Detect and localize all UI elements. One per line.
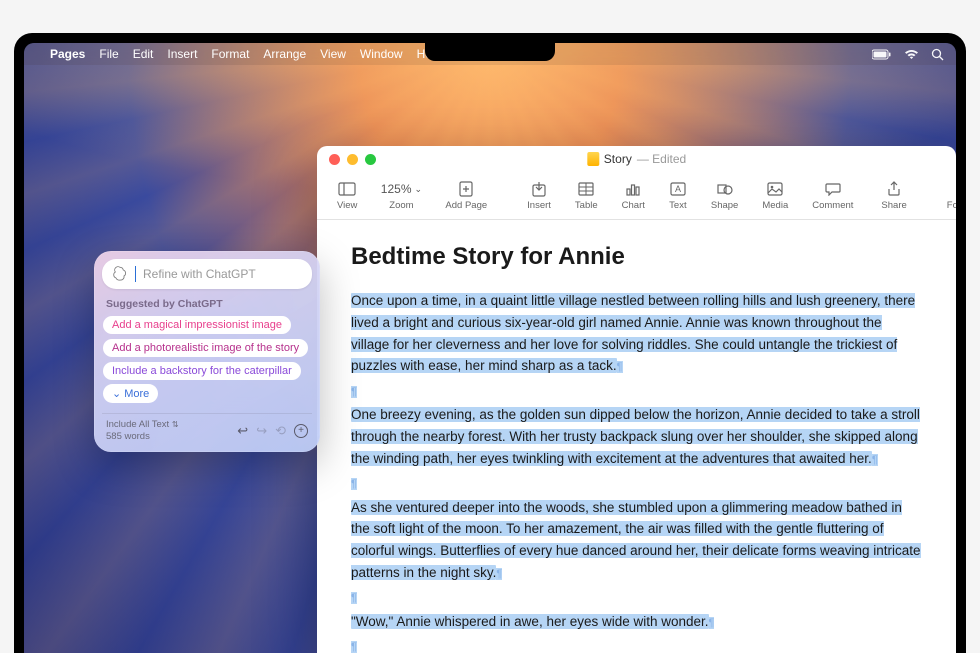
comment-icon xyxy=(824,180,842,198)
writing-tools-panel: Suggested by ChatGPT Add a magical impre… xyxy=(94,251,320,452)
insert-button[interactable]: Insert xyxy=(517,178,561,213)
pilcrow-icon: ¶ xyxy=(496,568,502,580)
share-button[interactable]: Share xyxy=(871,178,916,213)
shape-icon xyxy=(716,180,734,198)
battery-icon[interactable] xyxy=(872,49,892,60)
minimize-button[interactable] xyxy=(347,154,358,165)
insert-icon xyxy=(530,180,548,198)
ai-refine-input-container[interactable] xyxy=(102,259,312,289)
ai-refine-input[interactable] xyxy=(143,267,302,281)
menu-file[interactable]: File xyxy=(99,47,118,61)
paragraph: One breezy evening, as the golden sun di… xyxy=(351,404,922,469)
pilcrow-icon: ¶ xyxy=(351,478,357,490)
chart-button[interactable]: Chart xyxy=(612,178,655,213)
pilcrow-icon: ¶ xyxy=(351,592,357,604)
table-icon xyxy=(577,180,595,198)
redo-icon[interactable]: ↪ xyxy=(256,423,267,439)
window-title[interactable]: Story — Edited xyxy=(587,152,686,166)
chevron-down-icon: ⌄ xyxy=(415,184,423,195)
pilcrow-icon: ¶ xyxy=(351,386,357,398)
suggestion-chip-0[interactable]: Add a magical impressionist image xyxy=(103,316,291,334)
pilcrow-icon: ¶ xyxy=(709,617,715,629)
suggested-by-label: Suggested by ChatGPT xyxy=(106,298,308,310)
text-button[interactable]: A Text xyxy=(659,178,697,213)
screen: Pages File Edit Insert Format Arrange Vi… xyxy=(24,43,956,653)
suggestion-chip-more[interactable]: More xyxy=(103,384,158,403)
menu-view[interactable]: View xyxy=(320,47,346,61)
text-cursor xyxy=(135,266,136,282)
ai-panel-footer: Include All Text ⇅ 585 words ↩ ↪ ⟲ + xyxy=(102,413,312,444)
wifi-icon[interactable] xyxy=(904,49,919,60)
svg-text:A: A xyxy=(675,184,681,194)
format-icon xyxy=(953,180,956,198)
comment-button[interactable]: Comment xyxy=(802,178,863,213)
pages-app-window: Story — Edited View 125%⌄ Zoom Add Page xyxy=(317,146,956,653)
add-page-button[interactable]: Add Page xyxy=(435,178,497,213)
edited-indicator: — Edited xyxy=(637,152,686,166)
display-notch xyxy=(425,43,555,61)
menu-arrange[interactable]: Arrange xyxy=(263,47,306,61)
add-action-icon[interactable]: + xyxy=(294,424,308,438)
add-page-icon xyxy=(457,180,475,198)
view-icon xyxy=(338,180,356,198)
chart-icon xyxy=(624,180,642,198)
window-titlebar[interactable]: Story — Edited xyxy=(317,146,956,172)
media-button[interactable]: Media xyxy=(752,178,798,213)
format-button[interactable]: Format xyxy=(937,178,956,213)
media-icon xyxy=(766,180,784,198)
zoom-select[interactable]: 125%⌄ Zoom xyxy=(371,178,431,213)
paragraph: "Wow," Annie whispered in awe, her eyes … xyxy=(351,611,922,633)
menu-insert[interactable]: Insert xyxy=(167,47,197,61)
document-title: Story xyxy=(604,152,632,166)
pages-toolbar: View 125%⌄ Zoom Add Page Insert Tabl xyxy=(317,172,956,220)
traffic-lights xyxy=(329,154,376,165)
word-count-label: 585 words xyxy=(106,431,179,443)
text-icon: A xyxy=(669,180,687,198)
revert-icon[interactable]: ⟲ xyxy=(275,423,286,439)
paragraph: Once upon a time, in a quaint little vil… xyxy=(351,290,922,376)
shape-button[interactable]: Shape xyxy=(701,178,748,213)
undo-icon[interactable]: ↩ xyxy=(237,423,248,439)
menu-edit[interactable]: Edit xyxy=(133,47,154,61)
pilcrow-icon: ¶ xyxy=(617,361,623,373)
spotlight-icon[interactable] xyxy=(931,48,944,61)
pilcrow-icon: ¶ xyxy=(872,454,878,466)
zoom-value: 125% xyxy=(381,182,412,196)
document-heading[interactable]: Bedtime Story for Annie xyxy=(351,238,922,276)
menu-format[interactable]: Format xyxy=(211,47,249,61)
laptop-frame: Pages File Edit Insert Format Arrange Vi… xyxy=(14,33,966,653)
menu-window[interactable]: Window xyxy=(360,47,403,61)
view-button[interactable]: View xyxy=(327,178,367,213)
close-button[interactable] xyxy=(329,154,340,165)
include-scope-select[interactable]: Include All Text ⇅ xyxy=(106,419,179,431)
paragraph: As she ventured deeper into the woods, s… xyxy=(351,497,922,583)
document-editor[interactable]: Bedtime Story for Annie Once upon a time… xyxy=(317,220,956,653)
suggestion-chip-1[interactable]: Add a photorealistic image of the story xyxy=(103,339,308,357)
pilcrow-icon: ¶ xyxy=(351,641,357,653)
menubar-app-name[interactable]: Pages xyxy=(50,47,85,61)
chatgpt-icon xyxy=(112,266,128,282)
table-button[interactable]: Table xyxy=(565,178,608,213)
suggestion-chip-2[interactable]: Include a backstory for the caterpillar xyxy=(103,362,301,380)
maximize-button[interactable] xyxy=(365,154,376,165)
share-icon xyxy=(885,180,903,198)
document-icon xyxy=(587,152,599,166)
